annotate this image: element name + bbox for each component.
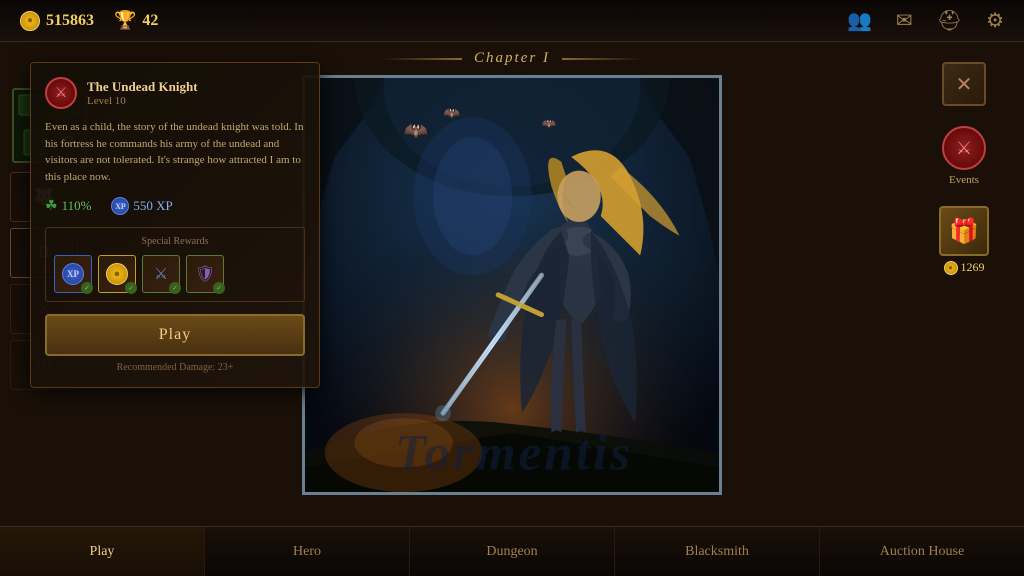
trophy-icon: 🏆: [114, 10, 136, 31]
quest-panel: ⚔ The Undead Knight Level 10 Even as a c…: [30, 62, 320, 388]
svg-text:🦇: 🦇: [443, 105, 460, 120]
gear-icon[interactable]: ⚙: [986, 8, 1004, 33]
topbar-left: ● 515863 🏆 42: [20, 10, 158, 31]
trophy-count: 42: [142, 12, 158, 30]
play-button[interactable]: Play: [45, 314, 305, 356]
nav-hero[interactable]: Hero: [205, 527, 410, 576]
quest-header: ⚔ The Undead Knight Level 10: [45, 77, 305, 109]
rewards-label: Special Rewards: [54, 236, 296, 247]
chapter-line-right: [562, 58, 642, 60]
friends-icon[interactable]: 👥: [847, 8, 872, 33]
nav-blacksmith-label: Blacksmith: [685, 544, 749, 560]
events-icon[interactable]: ⚔: [942, 126, 986, 170]
clover-icon: ☘: [45, 198, 58, 215]
nav-blacksmith[interactable]: Blacksmith: [615, 527, 820, 576]
nav-dungeon-label: Dungeon: [486, 544, 537, 560]
topbar-right: 👥 ✉ ⛑ ⚙: [847, 8, 1004, 33]
gold-amount: 515863: [46, 12, 94, 30]
reward-xp: XP ✓: [54, 255, 92, 293]
reward-item1-check: ✓: [169, 282, 181, 294]
reward-item1-icon: ⚔: [154, 264, 168, 284]
reward-coin: ● ✓: [98, 255, 136, 293]
reward-xp-check: ✓: [81, 282, 93, 294]
nav-play-label: Play: [90, 544, 115, 560]
coin-icon: ●: [20, 11, 40, 31]
chapter-line-left: [382, 58, 462, 60]
svg-text:🦇: 🦇: [404, 120, 429, 142]
quest-title-block: The Undead Knight Level 10: [87, 79, 198, 107]
svg-text:Tormentis: Tormentis: [395, 424, 633, 481]
gold-display: ● 515863: [20, 11, 94, 31]
nav-auction[interactable]: Auction House: [820, 527, 1024, 576]
chapter-title: Chapter I: [474, 50, 550, 67]
xp-icon: XP: [111, 197, 129, 215]
dungeon-image: 🦇 🦇 🦇: [302, 75, 722, 495]
nav-hero-label: Hero: [293, 544, 321, 560]
topbar: ● 515863 🏆 42 👥 ✉ ⛑ ⚙: [0, 0, 1024, 42]
dungeon-scene-svg: 🦇 🦇 🦇: [305, 78, 719, 492]
main-area: 🐺 II ⚔ III Chapter I: [0, 42, 1024, 526]
quest-icon: ⚔: [45, 77, 77, 109]
quest-description: Even as a child, the story of the undead…: [45, 119, 305, 185]
mail-icon[interactable]: ✉: [896, 8, 913, 33]
events-section: ⚔ Events: [942, 126, 986, 186]
recommended-text: Recommended Damage: 23+: [45, 362, 305, 373]
reward-item-1: ⚔ ✓: [142, 255, 180, 293]
reward-coin-check: ✓: [125, 282, 137, 294]
reward-coin-icon: ●: [106, 263, 128, 285]
quest-stats: ☘ 110% XP 550 XP: [45, 197, 305, 215]
close-button[interactable]: ✕: [942, 62, 986, 106]
quest-title: The Undead Knight: [87, 79, 198, 95]
chest-coin-icon: ●: [944, 261, 958, 275]
nav-play[interactable]: Play: [0, 527, 205, 576]
right-panel: ✕ ⚔ Events 🎁 ● 1269: [924, 62, 1004, 275]
bottom-nav: Play Hero Dungeon Blacksmith Auction Hou…: [0, 526, 1024, 576]
trophy-display: 🏆 42: [114, 10, 158, 31]
chest-icon[interactable]: 🎁: [939, 206, 989, 256]
reward-xp-icon: XP: [62, 263, 84, 285]
svg-text:🦇: 🦇: [542, 116, 557, 130]
chapter-line: Chapter I: [382, 50, 642, 67]
chest-amount: 1269: [961, 260, 985, 275]
nav-dungeon[interactable]: Dungeon: [410, 527, 615, 576]
chest-section: 🎁 ● 1269: [939, 206, 989, 275]
xp-value: 550 XP: [133, 198, 172, 214]
reward-item-2: 🛡 ✓: [186, 255, 224, 293]
luck-display: ☘ 110%: [45, 198, 91, 215]
reward-item2-check: ✓: [213, 282, 225, 294]
reward-item2-icon: 🛡: [195, 264, 215, 284]
chest-currency: ● 1269: [944, 260, 985, 275]
nav-auction-label: Auction House: [880, 544, 964, 560]
helmet-icon[interactable]: ⛑: [937, 8, 962, 33]
chapter-header: Chapter I: [382, 50, 642, 67]
xp-display: XP 550 XP: [111, 197, 172, 215]
events-label: Events: [949, 174, 979, 186]
rewards-items: XP ✓ ● ✓ ⚔ ✓ 🛡 ✓: [54, 255, 296, 293]
luck-value: 110%: [62, 198, 92, 214]
special-rewards-section: Special Rewards XP ✓ ● ✓ ⚔ ✓ 🛡 ✓: [45, 227, 305, 302]
quest-level: Level 10: [87, 95, 198, 107]
